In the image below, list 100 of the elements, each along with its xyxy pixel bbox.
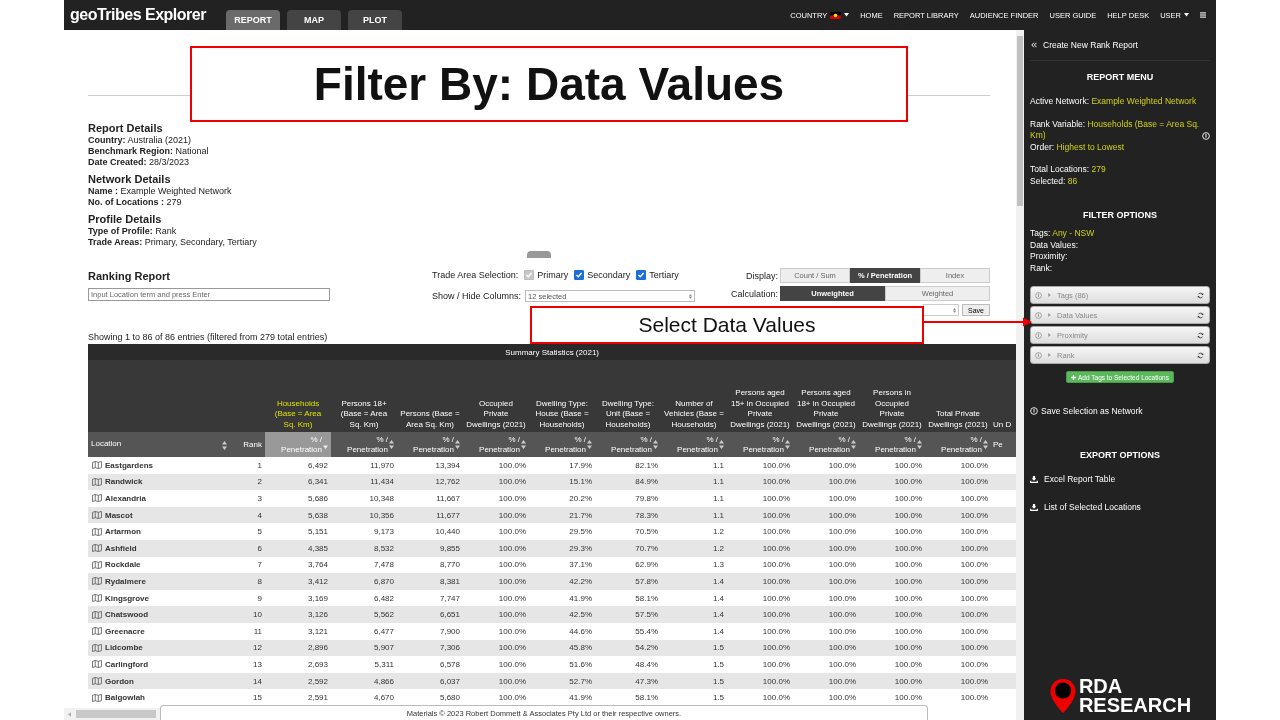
table-cell: 52.7% xyxy=(529,672,595,690)
table-cell: 100.0% xyxy=(859,606,925,623)
table-cell: 78.3% xyxy=(595,506,661,524)
expand-caret-icon xyxy=(1048,293,1051,297)
column-header[interactable]: Dwelling Type: House (Base = Households) xyxy=(529,360,595,432)
scroll-left-icon[interactable] xyxy=(68,711,71,717)
table-cell: 100.0% xyxy=(859,457,925,474)
info-line: Active Network: Example Weighted Network xyxy=(1030,96,1197,108)
refresh-icon[interactable] xyxy=(1197,351,1204,359)
table-cell: 8,532 xyxy=(331,539,397,557)
table-cell: 5,562 xyxy=(331,606,397,623)
vertical-scrollbar[interactable] xyxy=(1016,30,1024,720)
map-icon[interactable] xyxy=(92,677,102,685)
sort-icon[interactable] xyxy=(587,440,592,449)
sort-icon[interactable] xyxy=(521,440,526,449)
table-cell: 29.5% xyxy=(529,523,595,540)
table-cell: 100.0% xyxy=(925,457,991,474)
sort-icon[interactable] xyxy=(851,440,856,449)
table-cell: 82.1% xyxy=(595,457,661,474)
sort-icon[interactable] xyxy=(983,440,988,449)
scroll-thumb[interactable] xyxy=(76,710,156,718)
sort-icon[interactable] xyxy=(917,440,922,449)
sort-icon[interactable] xyxy=(719,440,724,449)
checkbox[interactable] xyxy=(636,270,647,280)
nav-tab[interactable]: REPORT xyxy=(226,10,280,30)
scroll-thumb[interactable] xyxy=(1017,36,1023,206)
table-cell: 13 xyxy=(230,656,265,673)
sort-icon[interactable] xyxy=(455,440,460,449)
sort-icon[interactable] xyxy=(222,441,227,450)
sort-icon[interactable] xyxy=(653,440,658,449)
table-cell: 6,341 xyxy=(265,473,331,491)
table-cell: 100.0% xyxy=(727,689,793,706)
column-header[interactable]: Persons aged 18+ in Occupied Private Dwellings (2021) xyxy=(793,360,859,432)
table-cell: 1.3 xyxy=(661,556,727,574)
table-cell: 100.0% xyxy=(463,672,529,690)
export-link[interactable]: List of Selected Locations xyxy=(1030,502,1210,512)
table-cell: 41.9% xyxy=(529,689,595,706)
display-label: Display: xyxy=(745,270,778,281)
table-cell: 1.5 xyxy=(661,639,727,657)
column-header[interactable]: Location xyxy=(91,439,122,449)
column-header[interactable]: Total Private Dwellings (2021) xyxy=(925,360,991,432)
column-header[interactable]: Persons (Base = Area Sq. Km) xyxy=(397,360,463,432)
map-icon[interactable] xyxy=(92,477,102,486)
refresh-icon[interactable] xyxy=(1197,311,1204,319)
table-cell: 100.0% xyxy=(793,473,859,491)
table-cell: 70.5% xyxy=(595,523,661,540)
create-report-link[interactable]: Create New Rank Report xyxy=(1030,30,1210,61)
column-header[interactable]: Un D xyxy=(991,360,1016,432)
collapse-handle[interactable] xyxy=(527,251,551,258)
column-header[interactable]: Persons 18+ (Base = Area Sq. Km) xyxy=(331,360,397,432)
detail-line: No. of Locations : 279 xyxy=(88,197,183,208)
table-cell: 100.0% xyxy=(859,539,925,557)
refresh-icon[interactable] xyxy=(1197,331,1204,339)
column-header[interactable]: Number of Vehicles (Base = Households) xyxy=(661,360,727,432)
table-cell: 11,667 xyxy=(397,490,463,507)
refresh-icon[interactable] xyxy=(1197,291,1204,299)
column-header[interactable]: Households (Base = Area Sq. Km) xyxy=(265,360,331,432)
map-icon[interactable] xyxy=(92,560,102,569)
info-line: Rank Variable: Households (Base = Area Sq. Km) xyxy=(1030,118,1200,142)
map-icon[interactable] xyxy=(92,494,102,503)
table-cell: 2,693 xyxy=(265,656,331,673)
column-header[interactable]: Persons in Occupied Private Dwellings (2021) xyxy=(859,360,925,432)
table-cell: 100.0% xyxy=(925,573,991,590)
sort-icon[interactable] xyxy=(389,440,394,449)
map-icon[interactable] xyxy=(92,693,102,702)
column-header[interactable]: Occupied Private Dwellings (2021) xyxy=(463,360,529,432)
map-icon[interactable] xyxy=(92,643,102,652)
filter-select[interactable] xyxy=(923,304,960,316)
map-icon[interactable] xyxy=(92,544,102,553)
table-cell: 3,169 xyxy=(265,589,331,607)
nav-tab[interactable]: MAP xyxy=(287,10,341,30)
table-cell: 100.0% xyxy=(793,457,859,474)
column-header[interactable]: Dwelling Type: Unit (Base = Households) xyxy=(595,360,661,432)
location-name: Randwick xyxy=(105,477,143,487)
info-icon xyxy=(1030,407,1038,415)
map-icon[interactable] xyxy=(92,577,102,586)
table-cell: 100.0% xyxy=(793,573,859,590)
detail-line: Type of Profile: Rank xyxy=(88,226,178,237)
column-unit[interactable]: Pe xyxy=(993,439,1003,450)
sort-icon[interactable] xyxy=(785,440,790,449)
table-cell: 7,306 xyxy=(397,639,463,657)
table-cell: 100.0% xyxy=(859,656,925,673)
column-header[interactable]: Persons aged 15+ in Occupied Private Dwellings (2021) xyxy=(727,360,793,432)
map-icon[interactable] xyxy=(92,511,102,520)
table-cell: 100.0% xyxy=(463,490,529,507)
nav-tab[interactable]: PLOT xyxy=(348,10,402,30)
map-icon[interactable] xyxy=(92,461,102,470)
map-icon[interactable] xyxy=(92,527,102,536)
map-icon[interactable] xyxy=(92,660,102,669)
save-network-link[interactable]: Save Selection as Network xyxy=(1030,406,1210,416)
map-icon[interactable] xyxy=(92,610,102,619)
table-cell: 100.0% xyxy=(463,589,529,607)
map-icon[interactable] xyxy=(92,627,102,636)
table-cell: 2,592 xyxy=(265,672,331,690)
table-cell: 100.0% xyxy=(463,639,529,657)
filter-line: Proximity: xyxy=(1030,251,1069,263)
export-link[interactable]: Excel Report Table xyxy=(1030,474,1210,484)
table-cell: 100.0% xyxy=(727,506,793,524)
checkbox[interactable] xyxy=(574,270,585,280)
map-icon[interactable] xyxy=(92,594,102,603)
